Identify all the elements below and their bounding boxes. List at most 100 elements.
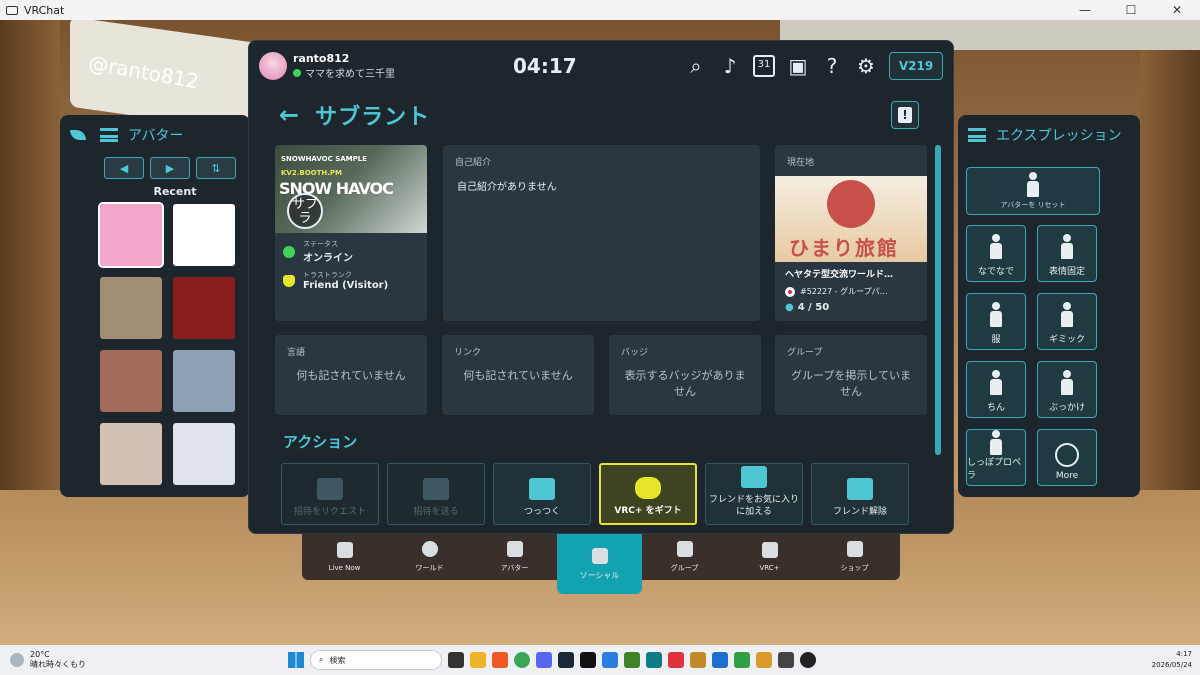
taskbar-apps: ⌕ 検索 <box>288 650 816 670</box>
profile-badge: サブ ラ <box>287 193 323 229</box>
bottom-dock: Live Now ワールド アバター ソーシャル グループ VRC+ ショップ <box>302 534 900 594</box>
steam-icon[interactable] <box>558 652 574 668</box>
app-orange-icon[interactable] <box>690 652 706 668</box>
avatar[interactable] <box>259 52 287 80</box>
dock-label: VRC+ <box>759 564 780 572</box>
window-title: VRChat <box>24 3 65 17</box>
reset-avatar-button[interactable]: アバターを リセット <box>966 167 1100 215</box>
online-icon <box>283 245 295 258</box>
favorite-friend-button[interactable]: フレンドをお気に入りに加える <box>705 463 803 525</box>
expression-button[interactable]: 表情固定 <box>1037 225 1097 282</box>
dock-live-now[interactable]: Live Now <box>302 534 387 580</box>
next-page-button[interactable]: ▶ <box>150 157 190 179</box>
links-card: リンク 何も記されていません <box>442 335 594 415</box>
avatar-thumbnail[interactable] <box>173 204 235 266</box>
avatar-thumbnail[interactable] <box>100 350 162 412</box>
send-invite-button[interactable]: 招待を送る <box>387 463 485 525</box>
scrollbar[interactable] <box>935 145 941 455</box>
globe-icon <box>421 541 438 557</box>
report-button[interactable]: ! <box>891 101 919 129</box>
app-teal-icon[interactable] <box>646 652 662 668</box>
avatar-thumbnail[interactable] <box>100 277 162 339</box>
dock-worlds[interactable]: ワールド <box>387 534 472 580</box>
discord-icon[interactable] <box>536 652 552 668</box>
search-icon[interactable]: ⌕ <box>685 55 707 77</box>
expression-button-label: なでなで <box>977 267 1014 277</box>
favorite-friend-icon <box>741 466 767 488</box>
weather-temp: 20°C <box>30 650 50 659</box>
avatar-thumbnail[interactable] <box>173 277 235 339</box>
expression-button[interactable]: ちん <box>966 361 1026 418</box>
app-blue-icon[interactable] <box>602 652 618 668</box>
location-card[interactable]: 現在地 ひまり旅館 ヘヤタテ型交流ワールド… #52227 - グループパ… ●… <box>775 145 927 321</box>
obs-icon[interactable] <box>800 652 816 668</box>
shop-icon <box>846 541 863 557</box>
system-clock[interactable]: 4:17 2026/05/24 <box>1152 649 1192 671</box>
prev-page-button[interactable]: ◀ <box>104 157 144 179</box>
badges-label: バッジ <box>621 348 649 358</box>
maximize-button[interactable]: ☐ <box>1108 3 1154 17</box>
file-explorer-icon[interactable] <box>470 652 486 668</box>
bell-icon[interactable]: ♪ <box>719 55 741 77</box>
avatar-nav-row: ◀ ▶ ⇅ <box>60 157 250 179</box>
dock-vrcplus[interactable]: VRC+ <box>727 534 812 580</box>
app-green-icon[interactable] <box>734 652 750 668</box>
close-button[interactable]: ✕ <box>1154 3 1200 17</box>
gift-vrcplus-button[interactable]: VRC+ をギフト <box>599 463 697 525</box>
expression-button[interactable]: ぶっかけ <box>1037 361 1097 418</box>
minimize-button[interactable]: — <box>1062 3 1108 17</box>
dock-shop[interactable]: ショップ <box>812 534 897 580</box>
windows-taskbar: 20°C 晴れ時々くもり ⌕ 検索 4:17 2026/05/24 <box>0 645 1200 675</box>
app-d-icon[interactable] <box>580 652 596 668</box>
avatar-thumbnail[interactable] <box>100 423 162 485</box>
vrchat-taskbar-icon[interactable] <box>778 652 794 668</box>
player-count-text: 4 / 50 <box>797 302 830 313</box>
app-yellow-icon[interactable] <box>756 652 772 668</box>
username: ranto812 <box>293 52 350 65</box>
chrome-icon[interactable] <box>514 652 530 668</box>
avatar-thumbnail[interactable] <box>98 202 164 268</box>
start-icon[interactable] <box>288 652 304 668</box>
links-label: リンク <box>454 348 482 358</box>
profile-card[interactable]: SNOWHAVOC SAMPLE KV2.BOOTH.PM SNOW HAVOC… <box>275 145 427 321</box>
status-row: ステータス オンライン <box>275 233 427 264</box>
avatar-thumbnail[interactable] <box>173 350 235 412</box>
gear-icon[interactable]: ⚙ <box>855 55 877 77</box>
poke-label: つっつく <box>523 507 560 517</box>
avatar-thumbnail[interactable] <box>173 423 235 485</box>
minecraft-icon[interactable] <box>624 652 640 668</box>
scene-wall-right <box>1140 20 1200 490</box>
trust-value: Friend (Visitor) <box>303 280 389 291</box>
dock-avatars[interactable]: アバター <box>472 534 557 580</box>
back-arrow-icon[interactable]: ← <box>279 101 299 129</box>
unfriend-button[interactable]: フレンド解除 <box>811 463 909 525</box>
help-icon[interactable]: ? <box>821 55 843 77</box>
groups-card: グループ グループを掲示していません <box>775 335 927 415</box>
inbox-icon[interactable]: ▣ <box>787 55 809 77</box>
instance-id: #52227 - グループパ… <box>800 287 888 296</box>
dock-groups[interactable]: グループ <box>642 534 727 580</box>
bio-card: 自己紹介 自己紹介がありません <box>443 145 760 321</box>
app-red-icon[interactable] <box>668 652 684 668</box>
world-name: ヘヤタテ型交流ワールド… <box>785 270 894 280</box>
sort-button[interactable]: ⇅ <box>196 157 236 179</box>
dock-social[interactable]: ソーシャル <box>557 534 642 594</box>
expression-panel-header: エクスプレッション <box>958 115 1140 155</box>
brave-icon[interactable] <box>492 652 508 668</box>
expression-button[interactable]: 服 <box>966 293 1026 350</box>
weather-widget[interactable]: 20°C 晴れ時々くもり <box>0 650 200 670</box>
calendar-icon[interactable]: 31 <box>753 55 775 77</box>
taskbar-search[interactable]: ⌕ 検索 <box>310 650 442 670</box>
hamburger-menu-icon[interactable] <box>100 128 118 142</box>
trust-row: トラストランク Friend (Visitor) <box>275 264 427 291</box>
poke-button[interactable]: つっつく <box>493 463 591 525</box>
expression-button[interactable]: なでなで <box>966 225 1026 282</box>
expression-button[interactable]: しっぽプロペラ <box>966 429 1026 486</box>
app-photo-icon[interactable] <box>712 652 728 668</box>
vrc-credits-button[interactable]: V219 <box>889 52 943 80</box>
hamburger-menu-icon[interactable] <box>968 128 986 142</box>
expression-button[interactable]: ギミック <box>1037 293 1097 350</box>
expression-button[interactable]: More <box>1037 429 1097 486</box>
request-invite-button[interactable]: 招待をリクエスト <box>281 463 379 525</box>
task-view-icon[interactable] <box>448 652 464 668</box>
